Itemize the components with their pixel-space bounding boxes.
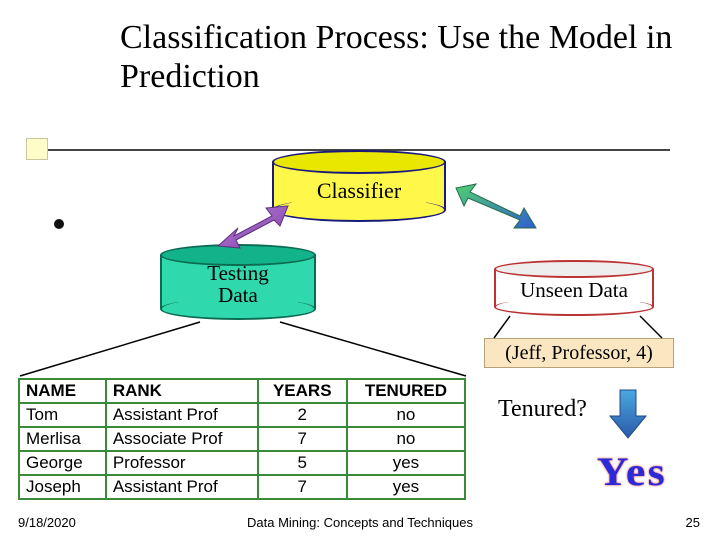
accent-square bbox=[26, 138, 48, 160]
classifier-node: Classifier bbox=[272, 150, 446, 222]
col-name: NAME bbox=[19, 379, 106, 403]
connector-testing-to-table bbox=[18, 320, 478, 380]
table-cell: 5 bbox=[258, 451, 347, 475]
table-cell: no bbox=[347, 427, 465, 451]
table-cell: Assistant Prof bbox=[106, 475, 258, 499]
footer-page-number: 25 bbox=[686, 515, 700, 530]
table-cell: yes bbox=[347, 475, 465, 499]
table-cell: 2 bbox=[258, 403, 347, 427]
unseen-data-label: Unseen Data bbox=[494, 278, 654, 303]
table-cell: no bbox=[347, 403, 465, 427]
table-cell: yes bbox=[347, 451, 465, 475]
table-row: GeorgeProfessor5yes bbox=[19, 451, 465, 475]
table-cell: 7 bbox=[258, 475, 347, 499]
col-tenured: TENURED bbox=[347, 379, 465, 403]
answer-text: Yes bbox=[597, 448, 667, 495]
table-cell: Merlisa bbox=[19, 427, 106, 451]
arrow-classifier-to-unseen bbox=[450, 178, 540, 238]
unseen-data-node: Unseen Data bbox=[494, 260, 654, 316]
table-row: MerlisaAssociate Prof7no bbox=[19, 427, 465, 451]
table-cell: George bbox=[19, 451, 106, 475]
table-row: JosephAssistant Prof7yes bbox=[19, 475, 465, 499]
footer-title: Data Mining: Concepts and Techniques bbox=[0, 515, 720, 530]
table-cell: Associate Prof bbox=[106, 427, 258, 451]
table-cell: 7 bbox=[258, 427, 347, 451]
table-cell: Assistant Prof bbox=[106, 403, 258, 427]
testing-data-label: Testing Data bbox=[160, 262, 316, 306]
testing-data-table: NAME RANK YEARS TENURED TomAssistant Pro… bbox=[18, 378, 466, 500]
unseen-tuple: (Jeff, Professor, 4) bbox=[484, 338, 674, 368]
arrow-testing-to-classifier bbox=[210, 200, 290, 260]
table-row: TomAssistant Prof2no bbox=[19, 403, 465, 427]
question-text: Tenured? bbox=[498, 396, 587, 423]
col-rank: RANK bbox=[106, 379, 258, 403]
table-cell: Joseph bbox=[19, 475, 106, 499]
classifier-label: Classifier bbox=[272, 178, 446, 204]
table-header-row: NAME RANK YEARS TENURED bbox=[19, 379, 465, 403]
page-title: Classification Process: Use the Model in… bbox=[120, 18, 680, 96]
bullet-dot bbox=[54, 219, 64, 229]
col-years: YEARS bbox=[258, 379, 347, 403]
table-cell: Tom bbox=[19, 403, 106, 427]
table-cell: Professor bbox=[106, 451, 258, 475]
arrow-down-icon bbox=[608, 388, 648, 440]
connector-unseen-to-tuple bbox=[490, 312, 670, 342]
